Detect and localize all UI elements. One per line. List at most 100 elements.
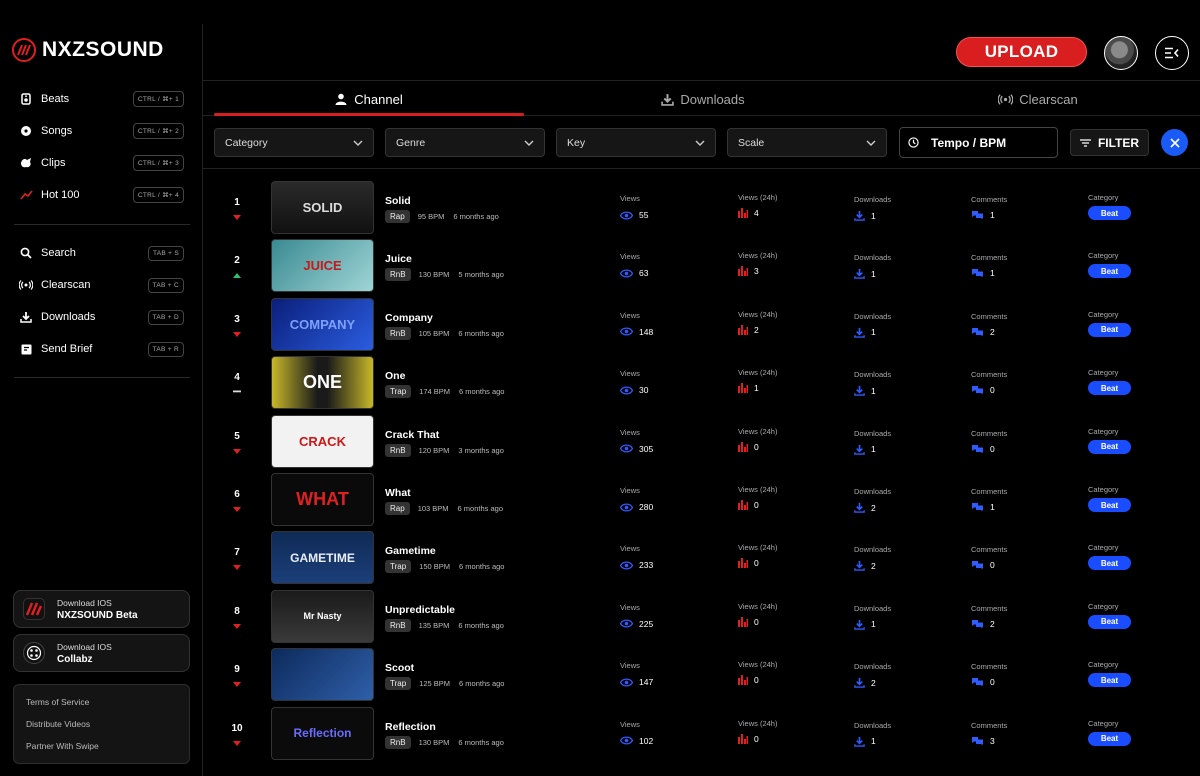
category-badge[interactable]: Beat [1088,498,1131,512]
trend-down-icon [233,740,241,746]
track-artwork[interactable]: SOLID [271,181,374,234]
track-artwork[interactable] [271,648,374,702]
genre-badge[interactable]: RnB [385,735,411,749]
views-stat: Views 233 [620,544,653,570]
category-badge[interactable]: Beat [1088,614,1131,629]
stat-label: Downloads [854,253,892,263]
nav-item-send-brief[interactable]: Send Brief TAB + R [0,333,202,365]
nav-item-songs[interactable]: Songs CTRL / ⌘+ 2 [0,115,202,147]
tab-clearscan[interactable]: Clearscan [883,82,1193,116]
terms-link[interactable]: Terms of Service [26,697,189,719]
trend-down-icon [233,215,241,220]
select-value: Genre [396,136,426,149]
scale-select[interactable]: Scale [727,128,887,157]
category-select[interactable]: Category [214,128,374,157]
genre-badge[interactable]: RnB [385,618,411,632]
track-title[interactable]: Solid [385,195,411,207]
clear-filters-button[interactable] [1161,129,1188,156]
track-artwork[interactable]: WHAT [271,473,374,526]
genre-badge[interactable]: Rap [385,210,410,223]
nav-item-hot-100[interactable]: Hot 100 CTRL / ⌘+ 4 [0,179,202,211]
category-badge[interactable]: Beat [1088,381,1131,396]
stat-label: Comments [971,662,1008,672]
genre-badge[interactable]: Rap [385,502,410,515]
tempo-bpm-filter[interactable]: Tempo / BPM [899,127,1058,158]
download-icon [854,678,865,688]
table-row[interactable]: 1 SOLID Solid Rap 95 BPM 6 months ago Vi… [203,179,1200,237]
track-artwork[interactable]: Reflection [271,706,374,760]
comments-icon [972,678,983,687]
table-row[interactable]: 6 WHAT What Rap 103 BPM 6 months ago Vie… [203,471,1200,529]
track-title[interactable]: One [385,370,405,382]
brand-logo[interactable]: NXZSOUND [12,38,164,62]
views-count: 305 [639,443,654,454]
track-title[interactable]: What [385,487,411,499]
track-title[interactable]: Gametime [385,545,436,557]
filter-label: FILTER [1097,135,1140,150]
table-row[interactable]: 4 ONE One Trap 174 BPM 6 months ago View… [203,354,1200,412]
track-title[interactable]: Reflection [385,721,436,733]
tab-channel[interactable]: Channel [214,82,524,116]
nav-label: Send Brief [41,343,93,355]
distribute-videos-link[interactable]: Distribute Videos [26,719,189,741]
category-badge[interactable]: Beat [1088,439,1131,454]
track-title[interactable]: Company [385,312,433,324]
track-artwork[interactable]: JUICE [271,239,374,293]
genre-badge[interactable]: RnB [385,268,411,282]
artwork-text: SOLID [302,200,343,215]
download-app-collabz[interactable]: Download IOS Collabz [13,634,190,672]
stat-label: Comments [971,487,1008,496]
upload-button[interactable]: UPLOAD [956,37,1087,67]
category-badge[interactable]: Beat [1088,673,1131,688]
stat-label: Views [620,369,640,379]
track-title[interactable]: Scoot [385,662,414,674]
genre-select[interactable]: Genre [385,128,545,157]
tab-downloads[interactable]: Downloads [548,82,858,116]
genre-badge[interactable]: Trap [385,560,412,574]
table-row[interactable]: 10 Reflection Reflection RnB 130 BPM 6 m… [203,705,1200,763]
eye-icon [620,269,633,278]
table-row[interactable]: 9 Scoot Trap 125 BPM 6 months ago Views … [203,646,1200,704]
comments-count: 0 [990,443,995,454]
filter-button[interactable]: FILTER [1070,129,1149,156]
table-row[interactable]: 5 CRACK Crack That RnB 120 BPM 3 months … [203,413,1200,471]
key-select[interactable]: Key [556,128,716,157]
nav-item-downloads[interactable]: Downloads TAB + D [0,301,202,333]
table-row[interactable]: 7 GAMETIME Gametime Trap 150 BPM 6 month… [203,529,1200,587]
genre-badge[interactable]: Trap [385,677,412,691]
nav-item-clips[interactable]: Clips CTRL / ⌘+ 3 [0,147,202,179]
category-badge[interactable]: Beat [1088,264,1131,279]
track-title[interactable]: Juice [385,253,412,265]
stat-label: Views [620,252,640,262]
partner-link[interactable]: Partner With Swipe [26,741,189,763]
stat-label: Comments [971,370,1008,380]
track-artwork[interactable]: COMPANY [271,297,374,351]
track-title[interactable]: Crack That [385,429,439,441]
nav-item-search[interactable]: Search TAB + S [0,237,202,269]
genre-badge[interactable]: Trap [385,385,412,399]
category-badge[interactable]: Beat [1088,322,1131,337]
collapse-menu-button[interactable] [1155,36,1189,70]
category-badge[interactable]: Beat [1088,731,1131,746]
track-title[interactable]: Unpredictable [385,604,455,616]
table-row[interactable]: 3 COMPANY Company RnB 105 BPM 6 months a… [203,296,1200,354]
avatar[interactable] [1104,36,1138,70]
track-artwork[interactable]: GAMETIME [271,531,374,585]
logo-icon [12,38,36,62]
table-row[interactable]: 2 JUICE Juice RnB 130 BPM 5 months ago V… [203,237,1200,295]
category-badge[interactable]: Beat [1088,206,1131,220]
views-24h-icon [738,324,748,335]
nav-item-clearscan[interactable]: Clearscan TAB + C [0,269,202,301]
download-app-nxzsound[interactable]: Download IOS NXZSOUND Beta [13,590,190,628]
nav-item-beats[interactable]: Beats CTRL / ⌘+ 1 [0,83,202,115]
track-artwork[interactable]: ONE [271,356,374,410]
genre-badge[interactable]: RnB [385,443,411,457]
category-badge[interactable]: Beat [1088,556,1131,571]
track-bpm: 130 BPM [418,270,450,280]
genre-badge[interactable]: RnB [385,326,411,340]
track-artwork[interactable]: Mr Nasty [271,589,374,643]
stat-label: Views (24h) [738,601,778,611]
track-artwork[interactable]: CRACK [271,414,374,468]
table-row[interactable]: 8 Mr Nasty Unpredictable RnB 135 BPM 6 m… [203,588,1200,646]
stat-label: Category [1088,660,1119,670]
